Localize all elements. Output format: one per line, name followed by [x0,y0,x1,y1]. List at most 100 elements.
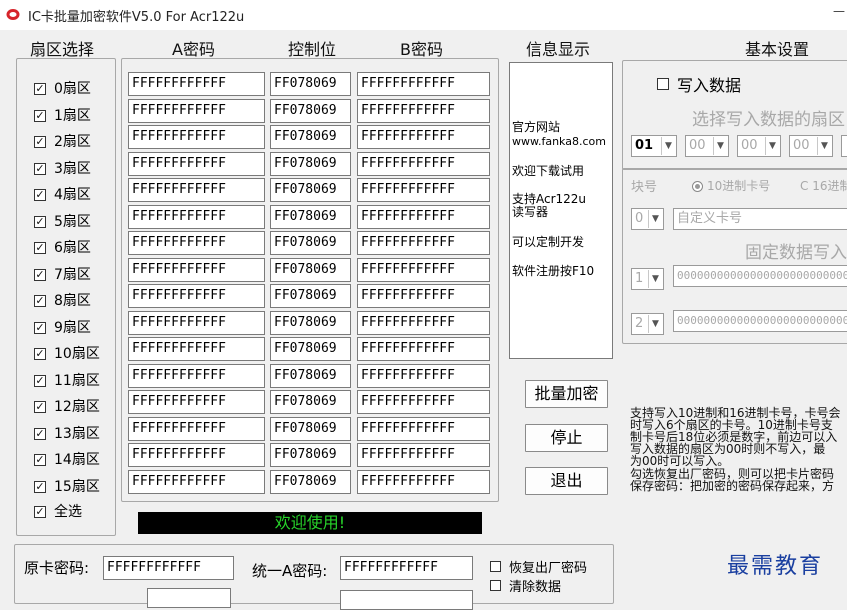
write-sector-combo-4[interactable]: 00 ▼ [789,135,833,157]
control-bits-field[interactable]: FF078069 [270,364,351,388]
sector-checkbox-box[interactable]: ✓ [34,216,46,228]
sector-checkbox[interactable]: ✓ 3扇区 [34,160,91,178]
sector-checkbox-box[interactable]: ✓ [34,348,46,360]
block0-combo[interactable]: 0 ▼ [631,208,664,230]
key-b-field[interactable]: FFFFFFFFFFFF [357,72,490,96]
sector-checkbox[interactable]: ✓ 7扇区 [34,266,91,284]
bottom-field-partial-2[interactable] [340,590,473,610]
key-b-field[interactable]: FFFFFFFFFFFF [357,152,490,176]
block1-combo[interactable]: 1 ▼ [631,268,664,290]
key-a-field[interactable]: FFFFFFFFFFFF [128,125,265,149]
sector-checkbox[interactable]: ✓ 0扇区 [34,80,91,98]
sector-checkbox-box[interactable]: ✓ [34,454,46,466]
key-b-field[interactable]: FFFFFFFFFFFF [357,284,490,308]
key-a-field[interactable]: FFFFFFFFFFFF [128,152,265,176]
key-a-field[interactable]: FFFFFFFFFFFF [128,443,265,467]
batch-encrypt-button[interactable]: 批量加密 [525,380,608,408]
control-bits-field[interactable]: FF078069 [270,311,351,335]
radio-dec-indicator[interactable] [692,181,703,192]
sector-checkbox-box[interactable]: ✓ [34,163,46,175]
key-a-field[interactable]: FFFFFFFFFFFF [128,258,265,282]
key-b-field[interactable]: FFFFFFFFFFFF [357,337,490,361]
block2-data-field[interactable]: 00000000000000000000000000000000 [673,310,847,332]
exit-button[interactable]: 退出 [525,467,608,495]
key-a-field[interactable]: FFFFFFFFFFFF [128,231,265,255]
radio-dec[interactable]: 10进制卡号 [692,177,770,194]
control-bits-field[interactable]: FF078069 [270,470,351,494]
key-b-field[interactable]: FFFFFFFFFFFF [357,311,490,335]
sector-checkbox-box[interactable]: ✓ [34,110,46,122]
key-b-field[interactable]: FFFFFFFFFFFF [357,125,490,149]
write-sector-combo-3[interactable]: 00 ▼ [737,135,781,157]
key-a-field[interactable]: FFFFFFFFFFFF [128,337,265,361]
unified-a-field[interactable]: FFFFFFFFFFFF [340,556,473,580]
custom-card-field[interactable]: 自定义卡号 [673,208,847,230]
restore-factory-checkbox[interactable]: 恢复出厂密码 [490,557,587,576]
select-all-checkbox[interactable]: ✓ 全选 [34,503,82,521]
write-sector-combo-1[interactable]: 01 ▼ [631,135,677,157]
control-bits-field[interactable]: FF078069 [270,99,351,123]
control-bits-field[interactable]: FF078069 [270,443,351,467]
sector-checkbox[interactable]: ✓ 15扇区 [34,478,100,496]
sector-checkbox-box[interactable]: ✓ [34,322,46,334]
select-all-box[interactable]: ✓ [34,506,46,518]
minimize-button[interactable]: — [833,4,845,18]
sector-checkbox-box[interactable]: ✓ [34,136,46,148]
key-a-field[interactable]: FFFFFFFFFFFF [128,390,265,414]
sector-checkbox[interactable]: ✓ 5扇区 [34,213,91,231]
key-b-field[interactable]: FFFFFFFFFFFF [357,364,490,388]
sector-checkbox[interactable]: ✓ 9扇区 [34,319,91,337]
control-bits-field[interactable]: FF078069 [270,125,351,149]
sector-checkbox-box[interactable]: ✓ [34,269,46,281]
control-bits-field[interactable]: FF078069 [270,284,351,308]
key-a-field[interactable]: FFFFFFFFFFFF [128,178,265,202]
key-b-field[interactable]: FFFFFFFFFFFF [357,390,490,414]
restore-factory-box[interactable] [490,561,501,572]
sector-checkbox[interactable]: ✓ 2扇区 [34,133,91,151]
sector-checkbox-box[interactable]: ✓ [34,401,46,413]
control-bits-field[interactable]: FF078069 [270,337,351,361]
write-sector-combo-2[interactable]: 00 ▼ [685,135,729,157]
sector-checkbox[interactable]: ✓ 6扇区 [34,239,91,257]
key-a-field[interactable]: FFFFFFFFFFFF [128,284,265,308]
key-b-field[interactable]: FFFFFFFFFFFF [357,417,490,441]
sector-checkbox-box[interactable]: ✓ [34,295,46,307]
control-bits-field[interactable]: FF078069 [270,72,351,96]
control-bits-field[interactable]: FF078069 [270,390,351,414]
key-a-field[interactable]: FFFFFFFFFFFF [128,311,265,335]
control-bits-field[interactable]: FF078069 [270,205,351,229]
key-a-field[interactable]: FFFFFFFFFFFF [128,364,265,388]
sector-checkbox-box[interactable]: ✓ [34,83,46,95]
key-b-field[interactable]: FFFFFFFFFFFF [357,205,490,229]
control-bits-field[interactable]: FF078069 [270,152,351,176]
sector-checkbox-box[interactable]: ✓ [34,481,46,493]
radio-hex[interactable]: C 16进制 [800,177,847,194]
sector-checkbox-box[interactable]: ✓ [34,242,46,254]
key-b-field[interactable]: FFFFFFFFFFFF [357,258,490,282]
sector-checkbox[interactable]: ✓ 1扇区 [34,107,91,125]
key-a-field[interactable]: FFFFFFFFFFFF [128,205,265,229]
block1-data-field[interactable]: 00000000000000000000000000000000 [673,265,847,287]
key-a-field[interactable]: FFFFFFFFFFFF [128,470,265,494]
stop-button[interactable]: 停止 [525,424,608,452]
write-sector-combo-5[interactable] [841,135,847,157]
key-a-field[interactable]: FFFFFFFFFFFF [128,72,265,96]
sector-checkbox[interactable]: ✓ 12扇区 [34,398,100,416]
clear-data-box[interactable] [490,580,501,591]
key-b-field[interactable]: FFFFFFFFFFFF [357,231,490,255]
control-bits-field[interactable]: FF078069 [270,231,351,255]
sector-checkbox[interactable]: ✓ 13扇区 [34,425,100,443]
sector-checkbox[interactable]: ✓ 14扇区 [34,451,100,469]
key-b-field[interactable]: FFFFFFFFFFFF [357,443,490,467]
sector-checkbox[interactable]: ✓ 10扇区 [34,345,100,363]
key-b-field[interactable]: FFFFFFFFFFFF [357,178,490,202]
key-b-field[interactable]: FFFFFFFFFFFF [357,470,490,494]
clear-data-checkbox[interactable]: 清除数据 [490,576,561,595]
control-bits-field[interactable]: FF078069 [270,258,351,282]
original-key-field[interactable]: FFFFFFFFFFFF [103,556,234,580]
control-bits-field[interactable]: FF078069 [270,417,351,441]
write-data-checkbox[interactable]: 写入数据 [657,72,741,96]
write-data-box[interactable] [657,78,669,90]
key-a-field[interactable]: FFFFFFFFFFFF [128,99,265,123]
sector-checkbox[interactable]: ✓ 4扇区 [34,186,91,204]
